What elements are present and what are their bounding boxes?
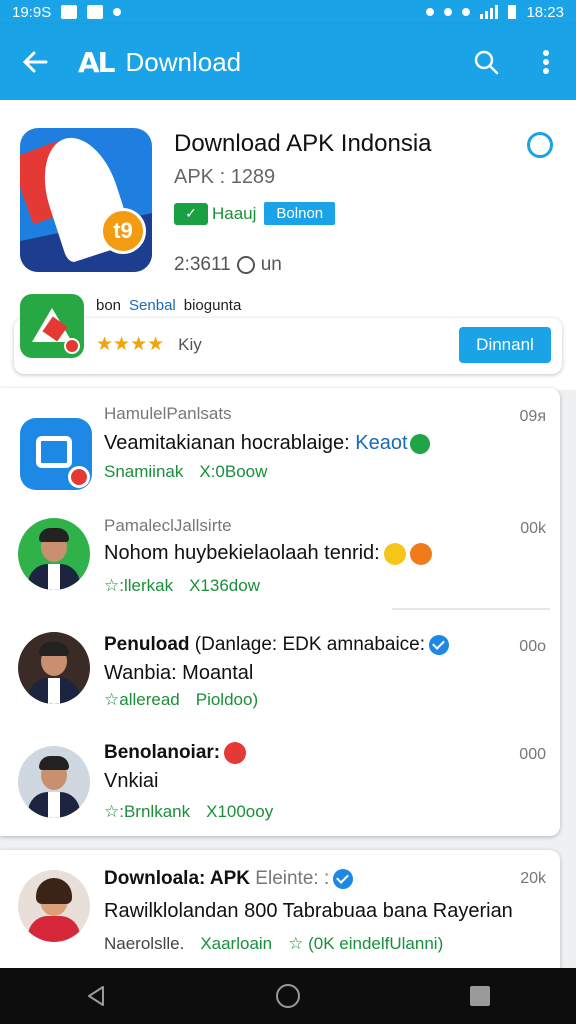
item-subtitle: Nohom huybekielaolaah tenrid:	[104, 542, 432, 565]
meta-count: 2:3611	[174, 254, 231, 275]
blue-tag[interactable]: Bolnon	[264, 202, 336, 225]
item-subtitle: Wanbia: Moantal	[104, 662, 254, 684]
download-button[interactable]: Dinnanl	[459, 327, 551, 363]
search-icon	[474, 50, 499, 75]
related-app-label-blue: Senbal	[129, 297, 176, 314]
item-footer: ☆:llerkak X136dow	[104, 576, 260, 596]
nav-home-button[interactable]	[248, 968, 328, 1024]
signal-icon	[480, 5, 499, 19]
user-avatar	[18, 746, 90, 818]
verified-badge-icon	[333, 868, 354, 889]
post-list: HamulelPanlsats Veamitakianan hocrablaig…	[0, 388, 560, 836]
wifi-icon	[444, 8, 453, 16]
triangle-back-icon	[88, 986, 104, 1006]
item-footer-right: ☆ (0K eindelfUlanni)	[288, 934, 444, 953]
item-title: PamaleclJallsirte	[104, 516, 232, 535]
settings-notification-icon	[113, 8, 122, 16]
user-avatar	[18, 870, 90, 942]
tag-chips: ✓ Haauj Bolnon	[174, 202, 336, 225]
green-tag[interactable]: ✓ Haauj	[174, 202, 256, 225]
battery-icon	[508, 5, 517, 19]
app-logo: AL	[78, 45, 115, 79]
item-title: Downloala: APK Eleinte: :	[104, 868, 354, 890]
item-subtitle: Vnkiai	[104, 770, 159, 792]
list-item[interactable]: Downloala: APK Eleinte: : Rawilklolandan…	[0, 850, 560, 968]
green-tag-label: Haauj	[212, 203, 257, 223]
item-time: 00k	[520, 520, 546, 537]
item-footer: ☆:Brnlkank X100ooy	[104, 802, 273, 822]
red-badge-icon	[224, 742, 247, 764]
status-bar: 19:9S 18:23	[0, 0, 576, 24]
green-badge-icon	[409, 433, 430, 454]
circle-home-icon	[276, 984, 300, 1008]
square-recents-icon	[470, 986, 490, 1006]
camera-app-avatar	[20, 418, 92, 490]
user-avatar	[18, 518, 90, 590]
page-title: Download	[125, 46, 242, 77]
item-footer-left: ☆:llerkak	[104, 576, 174, 595]
search-button[interactable]	[456, 24, 516, 100]
item-footer-left: ☆:Brnlkank	[104, 802, 191, 821]
item-subtitle: Veamitakianan hocrablaige: Keaot	[104, 432, 430, 455]
item-time: 20k	[520, 870, 546, 887]
orange-badge-icon	[409, 542, 432, 565]
related-app-line: bon Senbal bioguntа	[96, 297, 241, 314]
item-time: 000	[519, 746, 546, 763]
download-notification-icon	[87, 5, 104, 19]
clock-icon	[236, 256, 255, 274]
more-options-button[interactable]	[516, 24, 576, 100]
user-avatar	[18, 632, 90, 704]
check-icon: ✓	[174, 202, 208, 225]
item-footer: Naerolslle. Xaarloain ☆ (0K eindelfUlann…	[104, 934, 443, 954]
back-button[interactable]	[0, 24, 70, 100]
item-footer-right: X100ooy	[206, 802, 274, 821]
related-app-label-left: bon	[96, 297, 122, 314]
item-time: 00o	[519, 638, 546, 655]
back-arrow-icon	[22, 51, 48, 73]
app-icon[interactable]: t9	[20, 128, 152, 272]
verified-badge-icon	[429, 634, 450, 655]
image-notification-icon	[61, 5, 78, 19]
nav-back-button[interactable]	[56, 968, 136, 1024]
item-footer-left: ☆alleread	[104, 690, 180, 709]
item-footer-right: Pioldoo)	[195, 690, 259, 709]
nav-recents-button[interactable]	[440, 968, 520, 1024]
item-title: Penuload (Danlage: EDK amnabaice:	[104, 634, 450, 656]
smile-emoji-icon	[383, 542, 406, 565]
item-footer-right: X:0Boow	[199, 462, 268, 481]
related-app-label-right: bioguntа	[183, 297, 242, 314]
apk-version: APK : 1289	[174, 166, 276, 188]
item-footer: ☆alleread Pioldoo)	[104, 690, 258, 710]
more-vert-icon	[543, 50, 549, 74]
item-subtitle: Rawilklolandan 800 Tabrabuaa bana Rayeri…	[104, 900, 513, 922]
app-meta: 2:3611 un	[174, 254, 282, 276]
item-title: Benolanoiar:	[104, 742, 247, 764]
status-time-left: 19:9S	[12, 3, 52, 21]
item-footer-right: X136dow	[189, 576, 260, 595]
app-name: Download APK Indonsia	[174, 130, 432, 157]
app-icon-badge: t9	[100, 208, 146, 254]
star-rating-icon: ★★★★	[96, 334, 165, 355]
verified-icon[interactable]	[527, 132, 553, 158]
app-bar: AL Download	[0, 24, 576, 100]
system-nav-bar	[0, 968, 576, 1024]
rating-label: Kiy	[178, 335, 202, 354]
item-title: HamulelPanlsats	[104, 404, 232, 423]
mute-icon	[426, 8, 435, 16]
item-footer-left: Naerolslle.	[104, 934, 185, 953]
item-footer: Snamiinak X:0Boow	[104, 462, 267, 482]
related-app-icon[interactable]	[20, 294, 84, 358]
hotspot-icon	[462, 8, 471, 16]
meta-unit: un	[260, 254, 282, 275]
item-time: 09я	[519, 408, 546, 425]
item-footer-left: Snamiinak	[104, 462, 184, 481]
related-app-rating: ★★★★ Kiy	[96, 333, 202, 356]
item-footer-mid: Xaarloain	[200, 934, 273, 953]
status-time-right: 18:23	[526, 3, 564, 21]
